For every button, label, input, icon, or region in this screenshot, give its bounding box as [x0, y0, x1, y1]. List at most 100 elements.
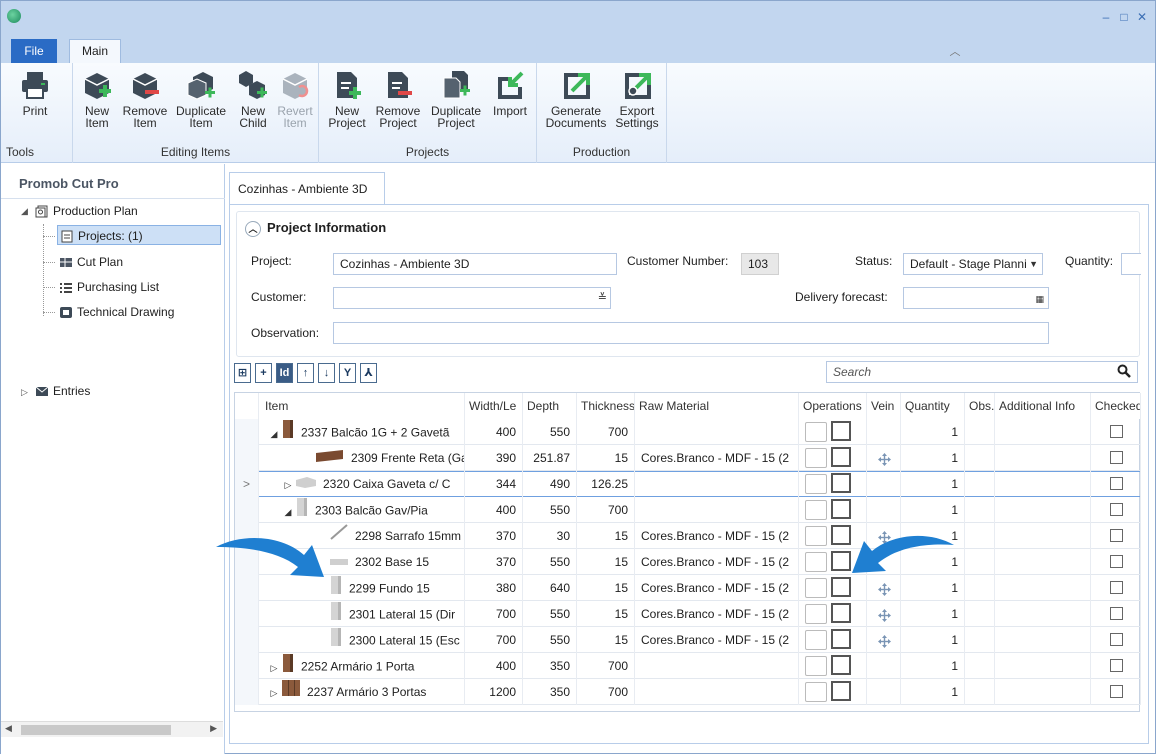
- operation-slot-icon[interactable]: [805, 448, 827, 468]
- column-header-checked[interactable]: Checked: [1091, 393, 1141, 419]
- tree-item-cut-plan[interactable]: Cut Plan: [59, 252, 123, 272]
- scroll-thumb[interactable]: [21, 725, 171, 735]
- cell-operations[interactable]: [799, 653, 867, 679]
- operation-slot-icon[interactable]: [805, 578, 827, 598]
- tree-item-projects[interactable]: Projects: (1): [57, 225, 221, 245]
- checked-checkbox[interactable]: [1109, 659, 1123, 672]
- checked-checkbox[interactable]: [1109, 529, 1123, 542]
- collapse-row-icon[interactable]: ◢: [267, 421, 281, 445]
- new-child-button[interactable]: New Child: [235, 69, 271, 129]
- collapse-chevron-icon[interactable]: ︿: [245, 220, 261, 237]
- import-button[interactable]: Import: [489, 69, 531, 117]
- duplicate-item-button[interactable]: Duplicate Item: [173, 69, 229, 129]
- revert-item-button[interactable]: Revert Item: [277, 69, 313, 129]
- tree-item-entries[interactable]: Entries: [35, 381, 90, 401]
- operations-icons[interactable]: [805, 681, 853, 703]
- checked-checkbox[interactable]: [1109, 607, 1123, 620]
- operation-slot-icon[interactable]: [805, 500, 827, 520]
- cell-checked[interactable]: [1091, 419, 1141, 445]
- operation-slot-icon[interactable]: [805, 526, 827, 546]
- vein-move-icon[interactable]: [877, 632, 892, 648]
- move-down-icon[interactable]: ↓: [318, 363, 335, 383]
- id-view-icon[interactable]: Id: [276, 363, 293, 383]
- project-field[interactable]: Cozinhas - Ambiente 3D: [333, 253, 617, 275]
- operations-icons[interactable]: [805, 499, 853, 521]
- checked-checkbox[interactable]: [1109, 425, 1123, 438]
- cell-checked[interactable]: [1091, 679, 1141, 705]
- operation-box-icon[interactable]: [831, 473, 851, 493]
- operations-icons[interactable]: [805, 421, 853, 443]
- main-tab[interactable]: Main: [69, 39, 121, 63]
- remove-project-button[interactable]: Remove Project: [373, 69, 423, 129]
- expand-production-plan-icon[interactable]: ◢: [21, 206, 28, 217]
- expand-entries-icon[interactable]: ▷: [21, 387, 28, 398]
- calendar-icon[interactable]: ▦: [1035, 289, 1044, 309]
- operation-box-icon[interactable]: [831, 421, 851, 441]
- column-header-raw-material[interactable]: Raw Material: [635, 393, 799, 419]
- new-item-button[interactable]: New Item: [79, 69, 115, 129]
- cell-checked[interactable]: [1091, 601, 1141, 627]
- operation-box-icon[interactable]: [831, 681, 851, 701]
- operation-slot-icon[interactable]: [805, 422, 827, 442]
- status-dropdown[interactable]: Default - Stage Planni ▼: [903, 253, 1043, 275]
- customer-number-field[interactable]: 103: [741, 253, 779, 275]
- checked-checkbox[interactable]: [1109, 503, 1123, 516]
- operation-slot-icon[interactable]: [805, 630, 827, 650]
- print-button[interactable]: Print: [17, 69, 53, 117]
- table-row[interactable]: ▷ 2252 Armário 1 Porta 400 350 700 1: [235, 653, 1141, 679]
- checked-checkbox[interactable]: [1109, 685, 1123, 698]
- checked-checkbox[interactable]: [1109, 633, 1123, 646]
- cell-checked[interactable]: [1091, 497, 1141, 523]
- operations-icons[interactable]: [805, 655, 853, 677]
- merge-icon[interactable]: Y: [339, 363, 356, 383]
- operation-slot-icon[interactable]: [805, 604, 827, 624]
- column-header-item[interactable]: Item: [259, 393, 465, 419]
- checked-checkbox[interactable]: [1109, 581, 1123, 594]
- table-row[interactable]: 2309 Frente Reta (Gave390251.8715Cores.B…: [235, 445, 1141, 471]
- add-row-icon[interactable]: +: [255, 363, 272, 383]
- checked-checkbox[interactable]: [1109, 555, 1123, 568]
- generate-documents-button[interactable]: Generate Documents: [543, 69, 609, 129]
- collapse-row-icon[interactable]: ◢: [281, 499, 295, 523]
- table-row[interactable]: 2301 Lateral 15 (Dir 700 550 15 Cores.Branco…: [235, 601, 1141, 627]
- cell-checked[interactable]: [1091, 471, 1141, 497]
- table-row[interactable]: 2302 Base 15 370 550 15 Cores.Branco - MDF -…: [235, 549, 1141, 575]
- cell-checked[interactable]: [1091, 575, 1141, 601]
- file-tab[interactable]: File: [11, 39, 57, 63]
- tree-item-purchasing-list[interactable]: Purchasing List: [59, 277, 159, 297]
- checked-checkbox[interactable]: [1109, 477, 1123, 490]
- column-header-operations[interactable]: Operations: [799, 393, 867, 419]
- expand-all-icon[interactable]: ⊞: [234, 363, 251, 383]
- vein-move-icon[interactable]: [877, 450, 892, 466]
- cell-operations[interactable]: [799, 627, 867, 653]
- column-header-thickness[interactable]: Thickness: [577, 393, 635, 419]
- operation-box-icon[interactable]: [831, 655, 851, 675]
- tree-item-production-plan[interactable]: Production Plan: [35, 201, 138, 221]
- search-icon[interactable]: [1117, 364, 1131, 378]
- table-row[interactable]: 2299 Fundo 15 380 640 15 Cores.Branco - MDF …: [235, 575, 1141, 601]
- tree-item-technical-drawing[interactable]: Technical Drawing: [59, 302, 174, 322]
- table-row[interactable]: ◢ 2337 Balcão 1G + 2 Gavetã 400 550 700 1: [235, 419, 1141, 445]
- vein-move-icon[interactable]: [877, 606, 892, 622]
- collapse-ribbon-icon[interactable]: ︿: [947, 43, 963, 58]
- observation-field[interactable]: [333, 322, 1049, 344]
- customer-dropdown[interactable]: ≚: [333, 287, 611, 309]
- operation-slot-icon[interactable]: [805, 682, 827, 702]
- cell-checked[interactable]: [1091, 627, 1141, 653]
- operations-icons[interactable]: [805, 629, 853, 651]
- checked-checkbox[interactable]: [1109, 451, 1123, 464]
- operations-icons[interactable]: [805, 447, 853, 469]
- scroll-right-icon[interactable]: ▶: [210, 723, 217, 734]
- move-up-icon[interactable]: ↑: [297, 363, 314, 383]
- close-button[interactable]: ✕: [1135, 10, 1149, 24]
- quantity-field[interactable]: [1121, 253, 1141, 275]
- minimize-button[interactable]: –: [1099, 10, 1113, 24]
- table-row[interactable]: ▷ 2237 Armário 3 Portas 1200 350 700 1: [235, 679, 1141, 705]
- column-header-additional[interactable]: Additional Info: [995, 393, 1091, 419]
- document-tab[interactable]: Cozinhas - Ambiente 3D: [229, 172, 385, 205]
- cell-operations[interactable]: [799, 445, 867, 471]
- column-header-quantity[interactable]: Quantity: [901, 393, 965, 419]
- operation-box-icon[interactable]: [831, 629, 851, 649]
- cell-checked[interactable]: [1091, 653, 1141, 679]
- column-header-depth[interactable]: Depth: [523, 393, 577, 419]
